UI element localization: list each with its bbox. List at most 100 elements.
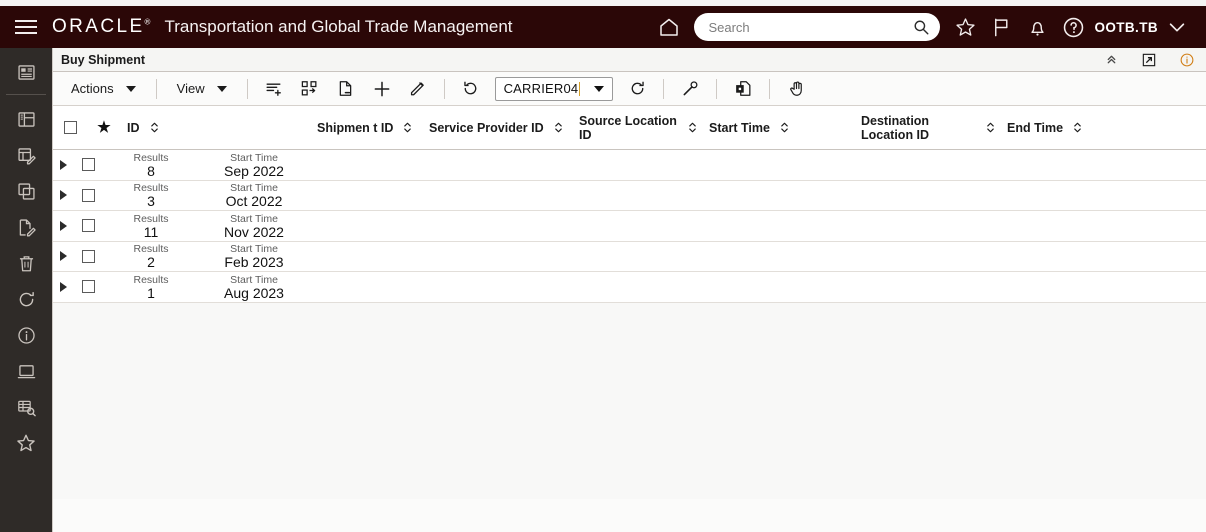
row-checkbox[interactable] bbox=[81, 249, 95, 263]
open-in-new-icon[interactable] bbox=[1130, 48, 1168, 72]
sort-icon[interactable] bbox=[986, 121, 995, 134]
row-checkbox[interactable] bbox=[81, 219, 95, 233]
sidebar-item-refresh[interactable] bbox=[0, 281, 52, 317]
sidebar-divider bbox=[6, 94, 46, 95]
help-circle-icon[interactable] bbox=[1056, 10, 1090, 44]
star-filled-icon[interactable]: ★ bbox=[97, 120, 110, 135]
row-expander[interactable] bbox=[53, 242, 73, 272]
chevron-right-icon[interactable] bbox=[59, 281, 67, 292]
sidebar-item-edit-table[interactable] bbox=[0, 137, 52, 173]
select-all-checkbox[interactable] bbox=[63, 121, 77, 134]
flag-icon[interactable] bbox=[984, 10, 1018, 44]
group-start-time-value: Feb 2023 bbox=[224, 254, 284, 271]
row-checkbox[interactable] bbox=[81, 158, 95, 172]
info-circle-icon[interactable] bbox=[1168, 48, 1206, 72]
column-label: Source Location ID bbox=[579, 113, 677, 142]
carrier-select[interactable]: CARRIER04 bbox=[494, 76, 614, 101]
sort-icon[interactable] bbox=[554, 121, 563, 134]
content-panel: Buy Shipment Actions View CARRIER04 ★ ID… bbox=[52, 48, 1206, 532]
row-expander[interactable] bbox=[53, 272, 73, 302]
text-cursor bbox=[579, 81, 581, 96]
table-row[interactable]: Results 8 Start Time Sep 2022 bbox=[53, 150, 1206, 181]
row-select-cell bbox=[73, 150, 103, 180]
group-start-time-value: Oct 2022 bbox=[225, 193, 283, 210]
oracle-wordmark: ORACLE bbox=[52, 16, 145, 37]
sort-icon[interactable] bbox=[780, 121, 789, 134]
hamburger-icon[interactable] bbox=[0, 6, 52, 48]
table-row[interactable]: Results 2 Start Time Feb 2023 bbox=[53, 241, 1206, 272]
app-title: Transportation and Global Trade Manageme… bbox=[164, 17, 513, 36]
tab-buy-shipment[interactable]: Buy Shipment bbox=[53, 53, 145, 67]
sidebar-item-delete[interactable] bbox=[0, 245, 52, 281]
toolbar-divider bbox=[716, 78, 718, 99]
column-label: End Time bbox=[1007, 120, 1064, 135]
sidebar-item-copy[interactable] bbox=[0, 173, 52, 209]
chevron-down-icon[interactable] bbox=[1162, 16, 1196, 38]
sort-icon[interactable] bbox=[403, 121, 412, 134]
group-start-time-value: Nov 2022 bbox=[224, 223, 284, 240]
group-results-value: 1 bbox=[147, 284, 155, 301]
table-row[interactable]: Results 1 Start Time Aug 2023 bbox=[53, 272, 1206, 303]
search-input[interactable] bbox=[708, 19, 911, 35]
column-label: Start Time bbox=[709, 120, 770, 135]
sidebar-item-layout[interactable] bbox=[0, 101, 52, 137]
sort-icon[interactable] bbox=[150, 121, 159, 134]
sidebar-item-favorite[interactable] bbox=[0, 425, 52, 461]
tools-button[interactable] bbox=[672, 76, 708, 102]
column-header-id[interactable]: ID bbox=[121, 106, 311, 149]
chevron-right-icon[interactable] bbox=[59, 159, 67, 170]
star-icon[interactable] bbox=[948, 10, 982, 44]
refresh-button[interactable] bbox=[453, 76, 489, 102]
bell-icon[interactable] bbox=[1020, 10, 1054, 44]
group-results-value: 11 bbox=[143, 223, 159, 240]
row-expander[interactable] bbox=[53, 181, 73, 211]
sidebar-item-screen[interactable] bbox=[0, 353, 52, 389]
row-expander[interactable] bbox=[53, 211, 73, 241]
actions-menu-button[interactable]: Actions bbox=[59, 76, 148, 102]
pan-button[interactable] bbox=[778, 76, 814, 102]
toolbar-divider bbox=[769, 78, 771, 99]
sidebar-item-search-table[interactable] bbox=[0, 389, 52, 425]
add-to-list-button[interactable] bbox=[256, 76, 292, 102]
row-expander[interactable] bbox=[53, 150, 73, 180]
column-header-service-provider-id[interactable]: Service Provider ID bbox=[423, 106, 573, 149]
add-button[interactable] bbox=[364, 76, 400, 102]
column-header-end-time[interactable]: End Time bbox=[1001, 106, 1121, 149]
remove-document-button[interactable] bbox=[328, 76, 364, 102]
table-row[interactable]: Results 11 Start Time Nov 2022 bbox=[53, 211, 1206, 242]
tab-bar: Buy Shipment bbox=[53, 48, 1206, 72]
group-results-cell: Results 2 bbox=[103, 242, 199, 272]
search-icon[interactable] bbox=[910, 16, 932, 38]
row-checkbox[interactable] bbox=[81, 280, 95, 294]
toolbar-divider bbox=[443, 78, 445, 99]
group-start-time-value: Aug 2023 bbox=[224, 284, 284, 301]
edit-button[interactable] bbox=[400, 76, 436, 102]
workflow-button[interactable] bbox=[292, 76, 328, 102]
sidebar-item-info[interactable] bbox=[0, 317, 52, 353]
chevron-right-icon[interactable] bbox=[59, 190, 67, 201]
view-menu-button[interactable]: View bbox=[165, 76, 239, 102]
user-menu-label[interactable]: OOTB.TB bbox=[1094, 20, 1158, 35]
carrier-refresh-button[interactable] bbox=[619, 76, 655, 102]
column-header-shipment-id[interactable]: Shipmen t ID bbox=[311, 106, 423, 149]
column-header-source-location-id[interactable]: Source Location ID bbox=[573, 106, 703, 149]
chevron-up-double-icon[interactable] bbox=[1092, 48, 1130, 72]
header-actions: OOTB.TB bbox=[652, 6, 1206, 48]
column-header-destination-location-id[interactable]: Destination Location ID bbox=[855, 106, 1001, 149]
grid-empty-area bbox=[53, 302, 1206, 499]
chevron-right-icon[interactable] bbox=[59, 220, 67, 231]
actions-menu-label: Actions bbox=[71, 81, 114, 96]
export-document-button[interactable] bbox=[725, 76, 761, 102]
sidebar-item-edit-document[interactable] bbox=[0, 209, 52, 245]
sort-icon[interactable] bbox=[1073, 121, 1082, 134]
table-row[interactable]: Results 3 Start Time Oct 2022 bbox=[53, 180, 1206, 211]
group-results-value: 3 bbox=[147, 193, 155, 210]
grid-body: Results 8 Start Time Sep 2022 Results 3 … bbox=[53, 150, 1206, 303]
column-header-start-time[interactable]: Start Time bbox=[703, 106, 855, 149]
sort-icon[interactable] bbox=[688, 121, 697, 134]
sidebar-item-report[interactable] bbox=[0, 54, 52, 90]
search-box[interactable] bbox=[694, 13, 941, 41]
chevron-right-icon[interactable] bbox=[59, 251, 67, 262]
home-icon[interactable] bbox=[652, 10, 686, 44]
row-checkbox[interactable] bbox=[81, 188, 95, 202]
